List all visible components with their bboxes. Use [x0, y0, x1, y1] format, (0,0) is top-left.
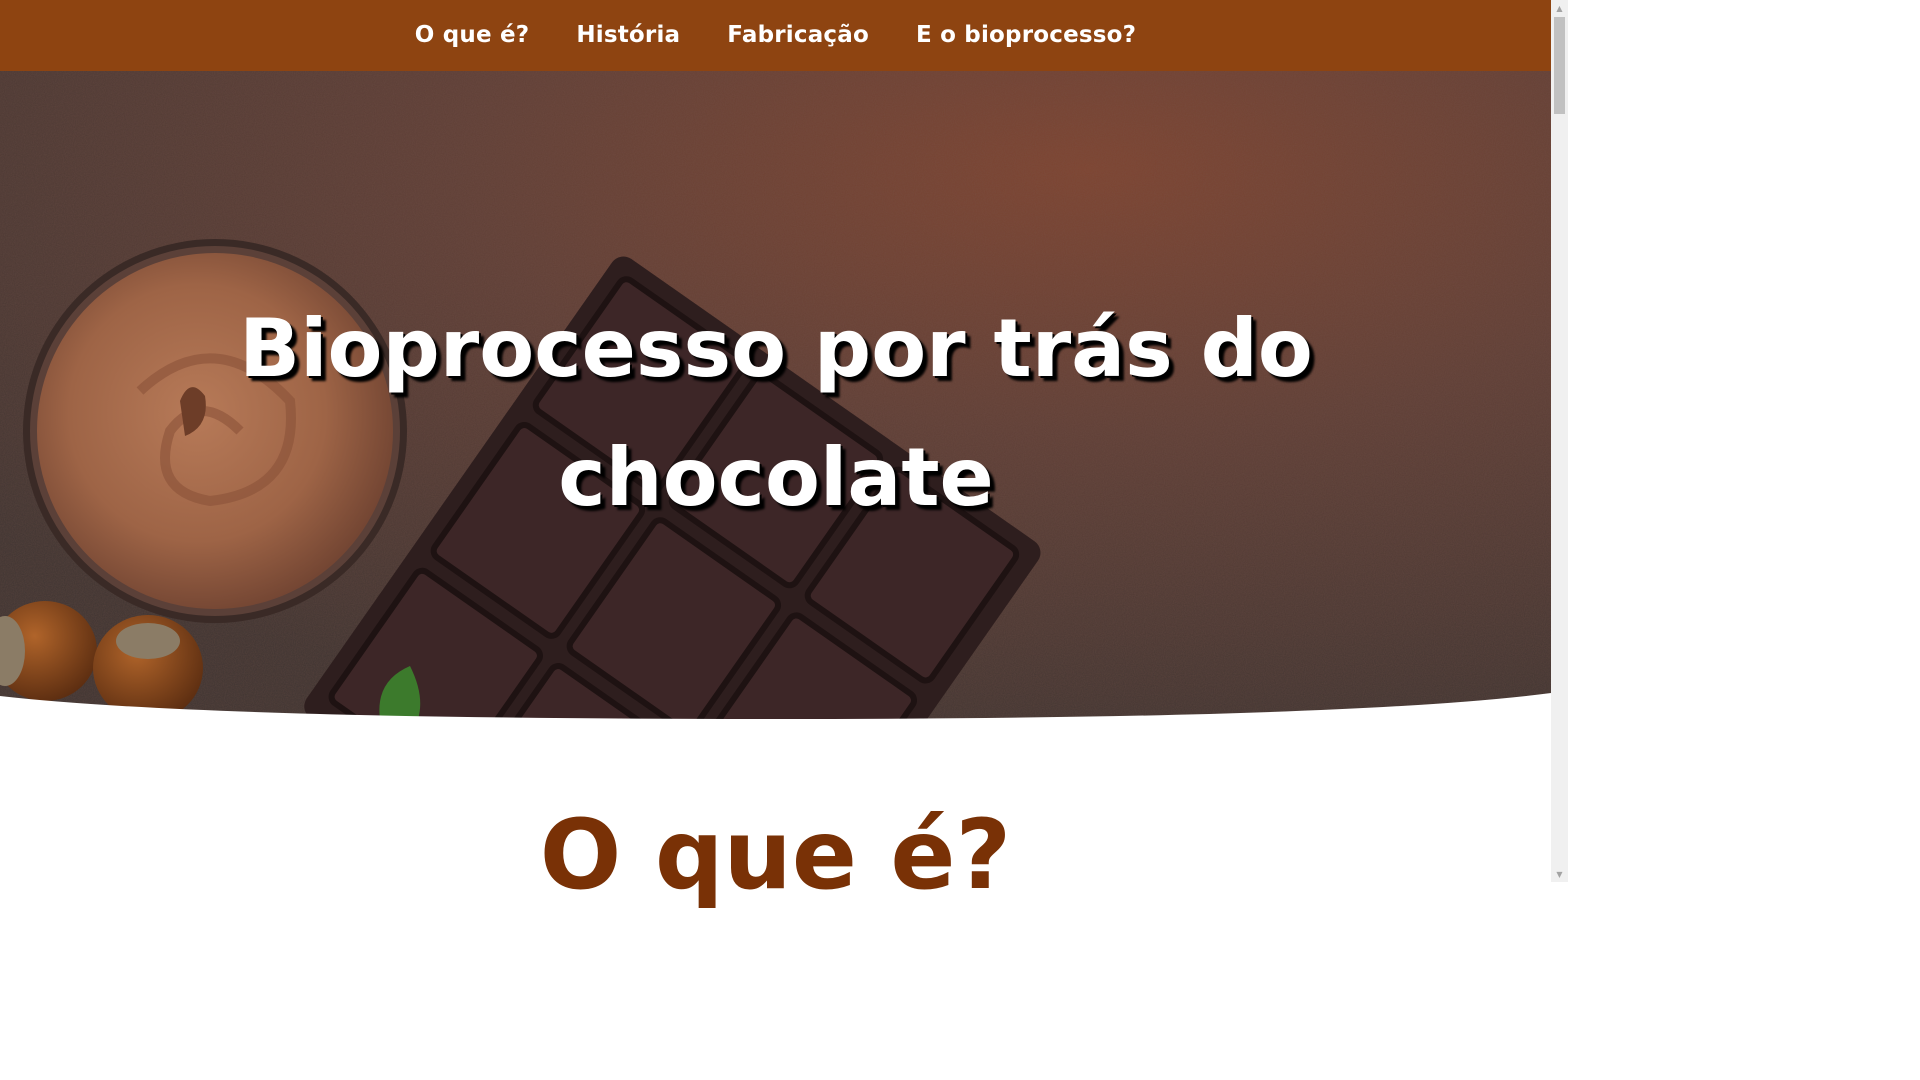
nav-link-historia[interactable]: História [576, 22, 680, 50]
nav-link-fabricacao[interactable]: Fabricação [727, 22, 869, 50]
nav-link-bioprocesso[interactable]: E o bioprocesso? [916, 22, 1136, 50]
hero-title: Bioprocesso por trás do chocolate [150, 284, 1402, 542]
hero-title-line1: Bioprocesso por trás do [239, 302, 1313, 395]
scroll-up-arrow-icon[interactable]: ▲ [1551, 0, 1568, 16]
top-navbar: O que é? História Fabricação E o bioproc… [0, 0, 1551, 71]
nav-link-o-que-e[interactable]: O que é? [415, 22, 530, 50]
scrollbar-thumb[interactable] [1554, 17, 1565, 114]
hero-banner: Bioprocesso por trás do chocolate [0, 71, 1551, 719]
section-title: O que é? [539, 799, 1012, 911]
scroll-down-arrow-icon[interactable]: ▼ [1551, 866, 1568, 882]
vertical-scrollbar[interactable]: ▲ ▼ [1551, 0, 1568, 882]
hero-title-line2: chocolate [558, 431, 994, 524]
